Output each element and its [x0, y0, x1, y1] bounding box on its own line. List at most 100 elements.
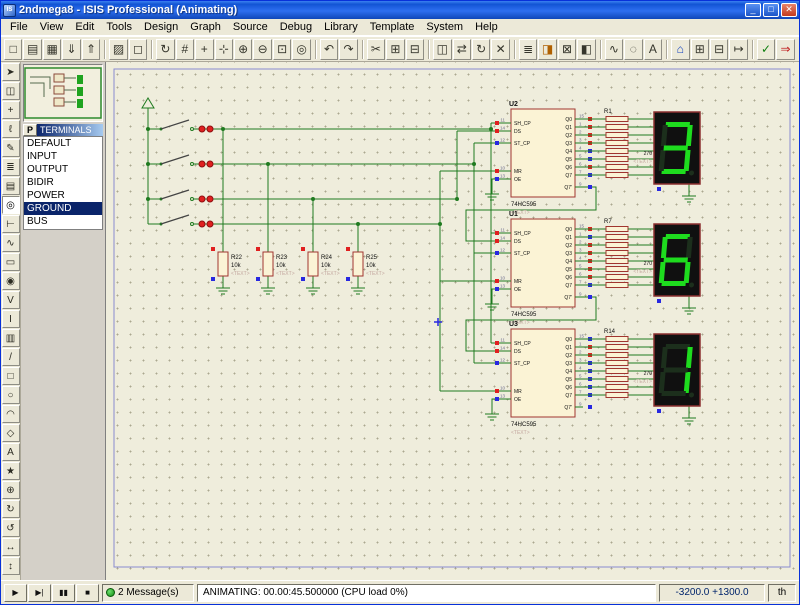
open-design-button[interactable]: ▤ — [23, 39, 41, 60]
minimize-button[interactable]: _ — [745, 3, 761, 17]
menu-graph[interactable]: Graph — [184, 20, 227, 34]
path-2d-button[interactable]: ◇ — [2, 424, 20, 442]
power-terminal[interactable] — [142, 98, 154, 108]
schematic-canvas[interactable]: R2210k<TEXT>R2310k<TEXT>R2410k<TEXT>R251… — [105, 62, 799, 580]
mark-output-area-button[interactable]: ◻ — [129, 39, 147, 60]
series-resistor[interactable] — [606, 345, 628, 350]
circle-2d-button[interactable]: ○ — [2, 386, 20, 404]
series-resistor[interactable] — [606, 157, 628, 162]
block-move-button[interactable]: ⇄ — [453, 39, 471, 60]
series-resistor[interactable] — [606, 259, 628, 264]
paste-button[interactable]: ⊟ — [406, 39, 424, 60]
menu-view[interactable]: View — [34, 20, 70, 34]
switch-lever[interactable] — [161, 120, 189, 129]
graph-mode-button[interactable]: ∿ — [2, 234, 20, 252]
series-resistor[interactable] — [606, 275, 628, 280]
series-resistor[interactable] — [606, 393, 628, 398]
remove-sheet-button[interactable]: ⊟ — [710, 39, 728, 60]
device-pin-mode-button[interactable]: ⊢ — [2, 215, 20, 233]
series-resistor[interactable] — [606, 125, 628, 130]
block-delete-button[interactable]: ✕ — [491, 39, 509, 60]
switch-lever[interactable] — [161, 155, 189, 164]
wire-autorouter-button[interactable]: ∿ — [605, 39, 623, 60]
wire-label-mode-button[interactable]: ℓ — [2, 120, 20, 138]
series-resistor[interactable] — [606, 337, 628, 342]
pan-button[interactable]: ⊹ — [215, 39, 233, 60]
junction-dot-mode-button[interactable]: + — [2, 101, 20, 119]
series-resistor[interactable] — [606, 141, 628, 146]
resistor[interactable] — [353, 252, 363, 276]
menu-edit[interactable]: Edit — [69, 20, 100, 34]
zoom-area-button[interactable]: ⊡ — [273, 39, 291, 60]
terminal-mode-button[interactable]: ◎ — [2, 196, 20, 214]
netlist-to-ares-button[interactable]: ⇒ — [776, 39, 794, 60]
electrical-rule-check-button[interactable]: ✓ — [757, 39, 775, 60]
terminal-item-input[interactable]: INPUT — [24, 150, 102, 163]
decompose-button[interactable]: ◧ — [577, 39, 595, 60]
series-resistor[interactable] — [606, 251, 628, 256]
pause-button[interactable]: ▮▮ — [52, 584, 75, 602]
menu-debug[interactable]: Debug — [274, 20, 318, 34]
save-design-button[interactable]: ▦ — [43, 39, 61, 60]
menu-source[interactable]: Source — [227, 20, 274, 34]
cut-button[interactable]: ✂ — [367, 39, 385, 60]
step-button[interactable]: ▶| — [28, 584, 51, 602]
series-resistor[interactable] — [606, 165, 628, 170]
terminal-item-bus[interactable]: BUS — [24, 215, 102, 228]
undo-button[interactable]: ↶ — [320, 39, 338, 60]
block-copy-button[interactable]: ◫ — [433, 39, 451, 60]
resistor[interactable] — [308, 252, 318, 276]
generator-mode-button[interactable]: ◉ — [2, 272, 20, 290]
terminal-item-ground[interactable]: GROUND — [24, 202, 102, 215]
series-resistor[interactable] — [606, 117, 628, 122]
wire[interactable] — [492, 289, 503, 304]
play-button[interactable]: ▶ — [4, 584, 27, 602]
property-assignment-button[interactable]: A — [644, 39, 662, 60]
titlebar[interactable]: IS 2ndmega8 - ISIS Professional (Animati… — [1, 1, 799, 19]
terminal-item-default[interactable]: DEFAULT — [24, 137, 102, 150]
menu-tools[interactable]: Tools — [100, 20, 138, 34]
series-resistor[interactable] — [606, 377, 628, 382]
series-resistor[interactable] — [606, 235, 628, 240]
close-button[interactable]: ✕ — [781, 3, 797, 17]
pick-parts-button[interactable]: ≣ — [519, 39, 537, 60]
zoom-out-button[interactable]: ⊖ — [253, 39, 271, 60]
goto-sheet-button[interactable]: ↦ — [729, 39, 747, 60]
block-rotate-button[interactable]: ↻ — [472, 39, 490, 60]
series-resistor[interactable] — [606, 283, 628, 288]
import-section-button[interactable]: ⇓ — [62, 39, 80, 60]
maximize-button[interactable]: □ — [763, 3, 779, 17]
make-device-button[interactable]: ◨ — [538, 39, 556, 60]
mirror-vertical-button[interactable]: ↕ — [2, 557, 20, 575]
terminal-item-output[interactable]: OUTPUT — [24, 163, 102, 176]
series-resistor[interactable] — [606, 369, 628, 374]
series-resistor[interactable] — [606, 353, 628, 358]
mirror-horizontal-button[interactable]: ↔ — [2, 538, 20, 556]
resistor[interactable] — [263, 252, 273, 276]
series-resistor[interactable] — [606, 227, 628, 232]
new-sheet-button[interactable]: ⊞ — [691, 39, 709, 60]
menu-help[interactable]: Help — [469, 20, 504, 34]
zoom-in-button[interactable]: ⊕ — [234, 39, 252, 60]
menu-file[interactable]: File — [4, 20, 34, 34]
origin-button[interactable]: + — [195, 39, 213, 60]
switch-lever[interactable] — [161, 215, 189, 224]
series-resistor[interactable] — [606, 267, 628, 272]
component-mode-button[interactable]: ◫ — [2, 82, 20, 100]
zoom-all-button[interactable]: ◎ — [292, 39, 310, 60]
redraw-button[interactable]: ↻ — [156, 39, 174, 60]
series-resistor[interactable] — [606, 385, 628, 390]
menu-system[interactable]: System — [420, 20, 469, 34]
tape-recorder-mode-button[interactable]: ▭ — [2, 253, 20, 271]
arc-2d-button[interactable]: ◠ — [2, 405, 20, 423]
resistor[interactable] — [218, 252, 228, 276]
terminal-item-power[interactable]: POWER — [24, 189, 102, 202]
voltage-probe-mode-button[interactable]: V — [2, 291, 20, 309]
line-2d-button[interactable]: / — [2, 348, 20, 366]
wire[interactable] — [492, 399, 503, 414]
design-explorer-button[interactable]: ⌂ — [671, 39, 689, 60]
marker-2d-button[interactable]: ⊕ — [2, 481, 20, 499]
series-resistor[interactable] — [606, 361, 628, 366]
series-resistor[interactable] — [606, 149, 628, 154]
series-resistor[interactable] — [606, 243, 628, 248]
